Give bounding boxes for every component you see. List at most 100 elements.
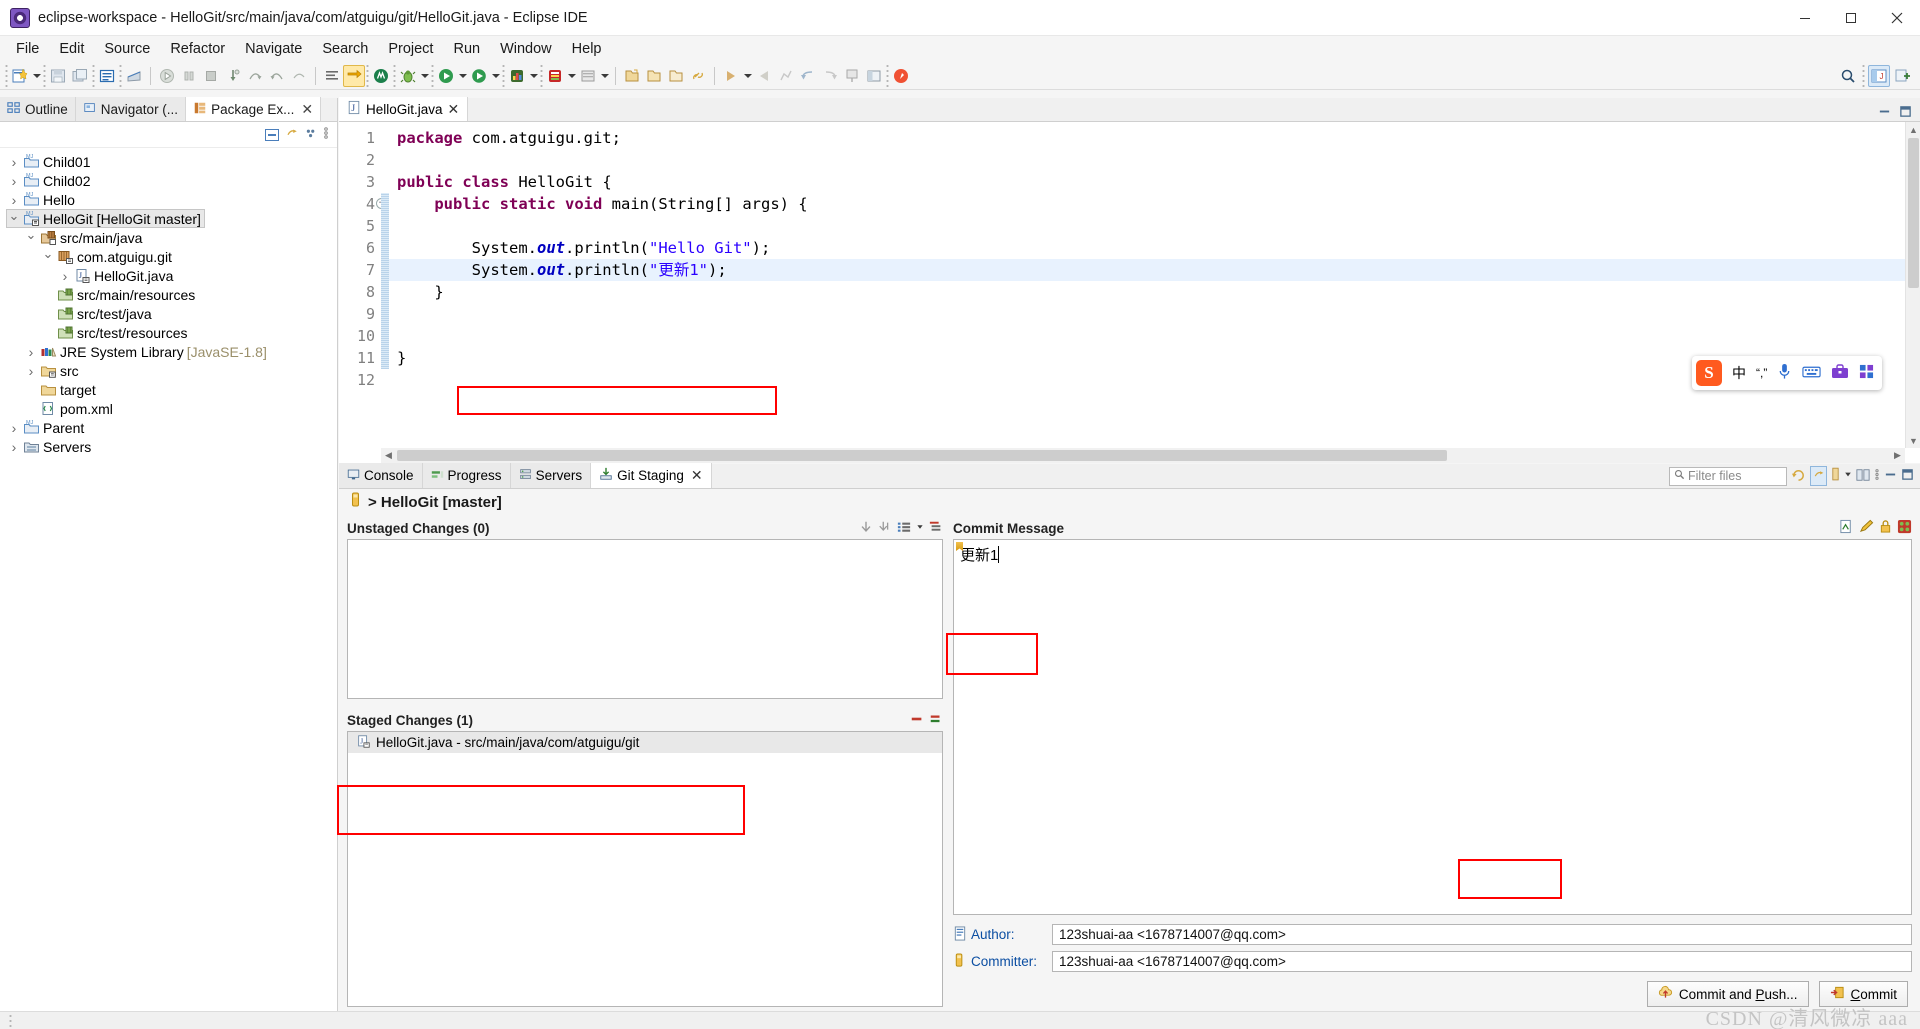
link-icon[interactable] bbox=[687, 65, 709, 87]
scroll-left-icon[interactable]: ◀ bbox=[381, 448, 396, 463]
step-return-icon[interactable] bbox=[266, 65, 288, 87]
link-with-editor-icon[interactable] bbox=[284, 126, 299, 143]
open-perspective-icon[interactable] bbox=[863, 65, 885, 87]
external-tools-dropdown-icon[interactable] bbox=[490, 65, 501, 87]
project-tree[interactable]: MJ Child01 MJ Child02 MJ Hello MJ HelloGit [Hel… bbox=[0, 148, 337, 456]
run-icon[interactable] bbox=[156, 65, 178, 87]
git-repositories-icon[interactable] bbox=[890, 65, 912, 87]
refresh-icon[interactable] bbox=[1791, 467, 1806, 485]
tab-outline[interactable]: Outline bbox=[0, 97, 76, 121]
menu-item-window[interactable]: Window bbox=[490, 38, 562, 60]
tree-item-hellogit.java[interactable]: JHelloGit.java bbox=[57, 266, 177, 285]
chevron-right-icon[interactable] bbox=[6, 420, 22, 436]
tree-item-jre[interactable]: JRE System Library[JavaSE-1.8] bbox=[23, 342, 271, 361]
prev-annotation-icon[interactable] bbox=[753, 65, 775, 87]
presentation-icon[interactable] bbox=[1831, 467, 1840, 485]
open-gitflow-icon[interactable] bbox=[1897, 519, 1912, 537]
code-line[interactable]: } bbox=[389, 347, 1920, 369]
maximize-icon[interactable] bbox=[1828, 0, 1874, 35]
toggle-mark-occurrences-icon[interactable] bbox=[343, 64, 365, 87]
ime-punctuation[interactable]: “,” bbox=[1756, 366, 1767, 380]
code-line[interactable] bbox=[389, 215, 1920, 237]
stage-selected-icon[interactable] bbox=[859, 520, 873, 537]
sign-commit-icon[interactable] bbox=[1879, 519, 1892, 537]
new-wizard-icon[interactable] bbox=[9, 65, 31, 87]
ime-mode-chinese[interactable]: 中 bbox=[1732, 363, 1746, 383]
chevron-down-icon[interactable] bbox=[6, 211, 22, 227]
tree-item-com.atguigu.git[interactable]: com.atguigu.git bbox=[40, 247, 176, 266]
amend-commit-icon[interactable] bbox=[1859, 519, 1874, 537]
editor-vertical-scrollbar[interactable]: ▲ ▼ bbox=[1905, 122, 1920, 448]
unstaged-changes-list[interactable] bbox=[347, 539, 943, 699]
code-line[interactable]: System.out.println("更新1"); bbox=[389, 259, 1920, 281]
save-all-icon[interactable] bbox=[69, 65, 91, 87]
back-icon[interactable] bbox=[797, 65, 819, 87]
editor-vscroll-thumb[interactable] bbox=[1908, 138, 1919, 288]
code-line[interactable] bbox=[389, 369, 1920, 391]
tree-item-hello[interactable]: MJ Hello bbox=[6, 190, 79, 209]
staged-file-row[interactable]: J HelloGit.java - src/main/java/com/atgui… bbox=[348, 732, 942, 753]
menu-item-file[interactable]: File bbox=[6, 38, 49, 60]
scroll-right-icon[interactable]: ▶ bbox=[1890, 448, 1905, 463]
tree-item-target[interactable]: target bbox=[23, 380, 100, 399]
editor-tab-hellogit-java[interactable]: J HelloGit.java ✕ bbox=[339, 97, 469, 121]
tree-item-parent[interactable]: MJ Parent bbox=[6, 418, 88, 437]
status-bar-handle[interactable] bbox=[6, 1011, 14, 1029]
tree-item-child02[interactable]: MJ Child02 bbox=[6, 171, 94, 190]
save-icon[interactable] bbox=[47, 65, 69, 87]
open-type-icon[interactable] bbox=[96, 65, 118, 87]
ime-toolbar[interactable]: S 中 “,” bbox=[1692, 356, 1883, 390]
code-line[interactable] bbox=[389, 149, 1920, 171]
new-package-icon[interactable] bbox=[643, 65, 665, 87]
mic-icon[interactable] bbox=[1777, 363, 1792, 383]
code-text[interactable]: package com.atguigu.git; public class He… bbox=[389, 122, 1920, 463]
view-menu-icon[interactable] bbox=[304, 126, 318, 143]
run-external-tools-icon[interactable] bbox=[468, 65, 490, 87]
new-interface-icon[interactable] bbox=[665, 65, 687, 87]
unstage-all-icon[interactable] bbox=[929, 712, 943, 729]
unstage-selected-icon[interactable] bbox=[910, 712, 924, 729]
filter-files-input[interactable]: Filter files bbox=[1669, 466, 1787, 486]
maximize-view-icon[interactable] bbox=[1899, 105, 1912, 121]
view-menu-dots-icon[interactable] bbox=[323, 125, 329, 144]
step-over-icon[interactable] bbox=[244, 65, 266, 87]
view-menu-dots-icon[interactable] bbox=[1874, 467, 1880, 485]
tree-item-srcmainresources[interactable]: src/main/resources bbox=[40, 285, 199, 304]
list-view-dropdown-icon[interactable] bbox=[916, 520, 924, 537]
keyboard-icon[interactable] bbox=[1802, 365, 1821, 382]
presentation-dropdown-icon[interactable] bbox=[1844, 467, 1852, 485]
chevron-right-icon[interactable] bbox=[6, 154, 22, 170]
minimize-view-icon[interactable] bbox=[1884, 468, 1897, 484]
tab-console[interactable]: Console bbox=[339, 463, 423, 488]
tree-item-src[interactable]: src bbox=[23, 361, 83, 380]
profile-icon[interactable] bbox=[506, 65, 528, 87]
pin-editor-icon[interactable] bbox=[841, 65, 863, 87]
menu-item-search[interactable]: Search bbox=[312, 38, 378, 60]
menu-item-help[interactable]: Help bbox=[562, 38, 612, 60]
tab-servers[interactable]: Servers bbox=[510, 463, 592, 488]
code-editor[interactable]: 1234−56789101112 package com.atguigu.git… bbox=[339, 122, 1920, 463]
commit-message-input[interactable]: 更新1 bbox=[953, 539, 1912, 915]
minimize-icon[interactable] bbox=[1782, 0, 1828, 35]
chevron-right-icon[interactable] bbox=[6, 439, 22, 455]
editor-hscroll-thumb[interactable] bbox=[397, 450, 1447, 461]
close-icon[interactable] bbox=[1874, 0, 1920, 35]
staging-mode-icon[interactable] bbox=[1856, 468, 1870, 485]
code-line[interactable]: package com.atguigu.git; bbox=[389, 127, 1920, 149]
chevron-down-icon[interactable] bbox=[40, 249, 56, 265]
apps-icon[interactable] bbox=[1859, 364, 1874, 382]
code-line[interactable] bbox=[389, 303, 1920, 325]
author-input[interactable]: 123shuai-aa <1678714007@qq.com> bbox=[1052, 924, 1912, 945]
tree-item-srctestresources[interactable]: src/test/resources bbox=[40, 323, 191, 342]
tree-view-icon[interactable] bbox=[929, 520, 943, 537]
chevron-down-icon[interactable] bbox=[23, 230, 39, 246]
close-icon[interactable]: ✕ bbox=[448, 101, 460, 118]
close-icon[interactable]: ✕ bbox=[691, 467, 703, 484]
run-as-icon[interactable] bbox=[435, 65, 457, 87]
print-icon[interactable] bbox=[123, 65, 145, 87]
resume-icon[interactable] bbox=[288, 65, 310, 87]
new-java-class-icon[interactable] bbox=[621, 65, 643, 87]
chevron-right-icon[interactable] bbox=[57, 268, 73, 284]
tab-package-explorer[interactable]: Package Ex... ✕ bbox=[186, 97, 322, 121]
collapse-all-icon[interactable] bbox=[265, 128, 279, 141]
